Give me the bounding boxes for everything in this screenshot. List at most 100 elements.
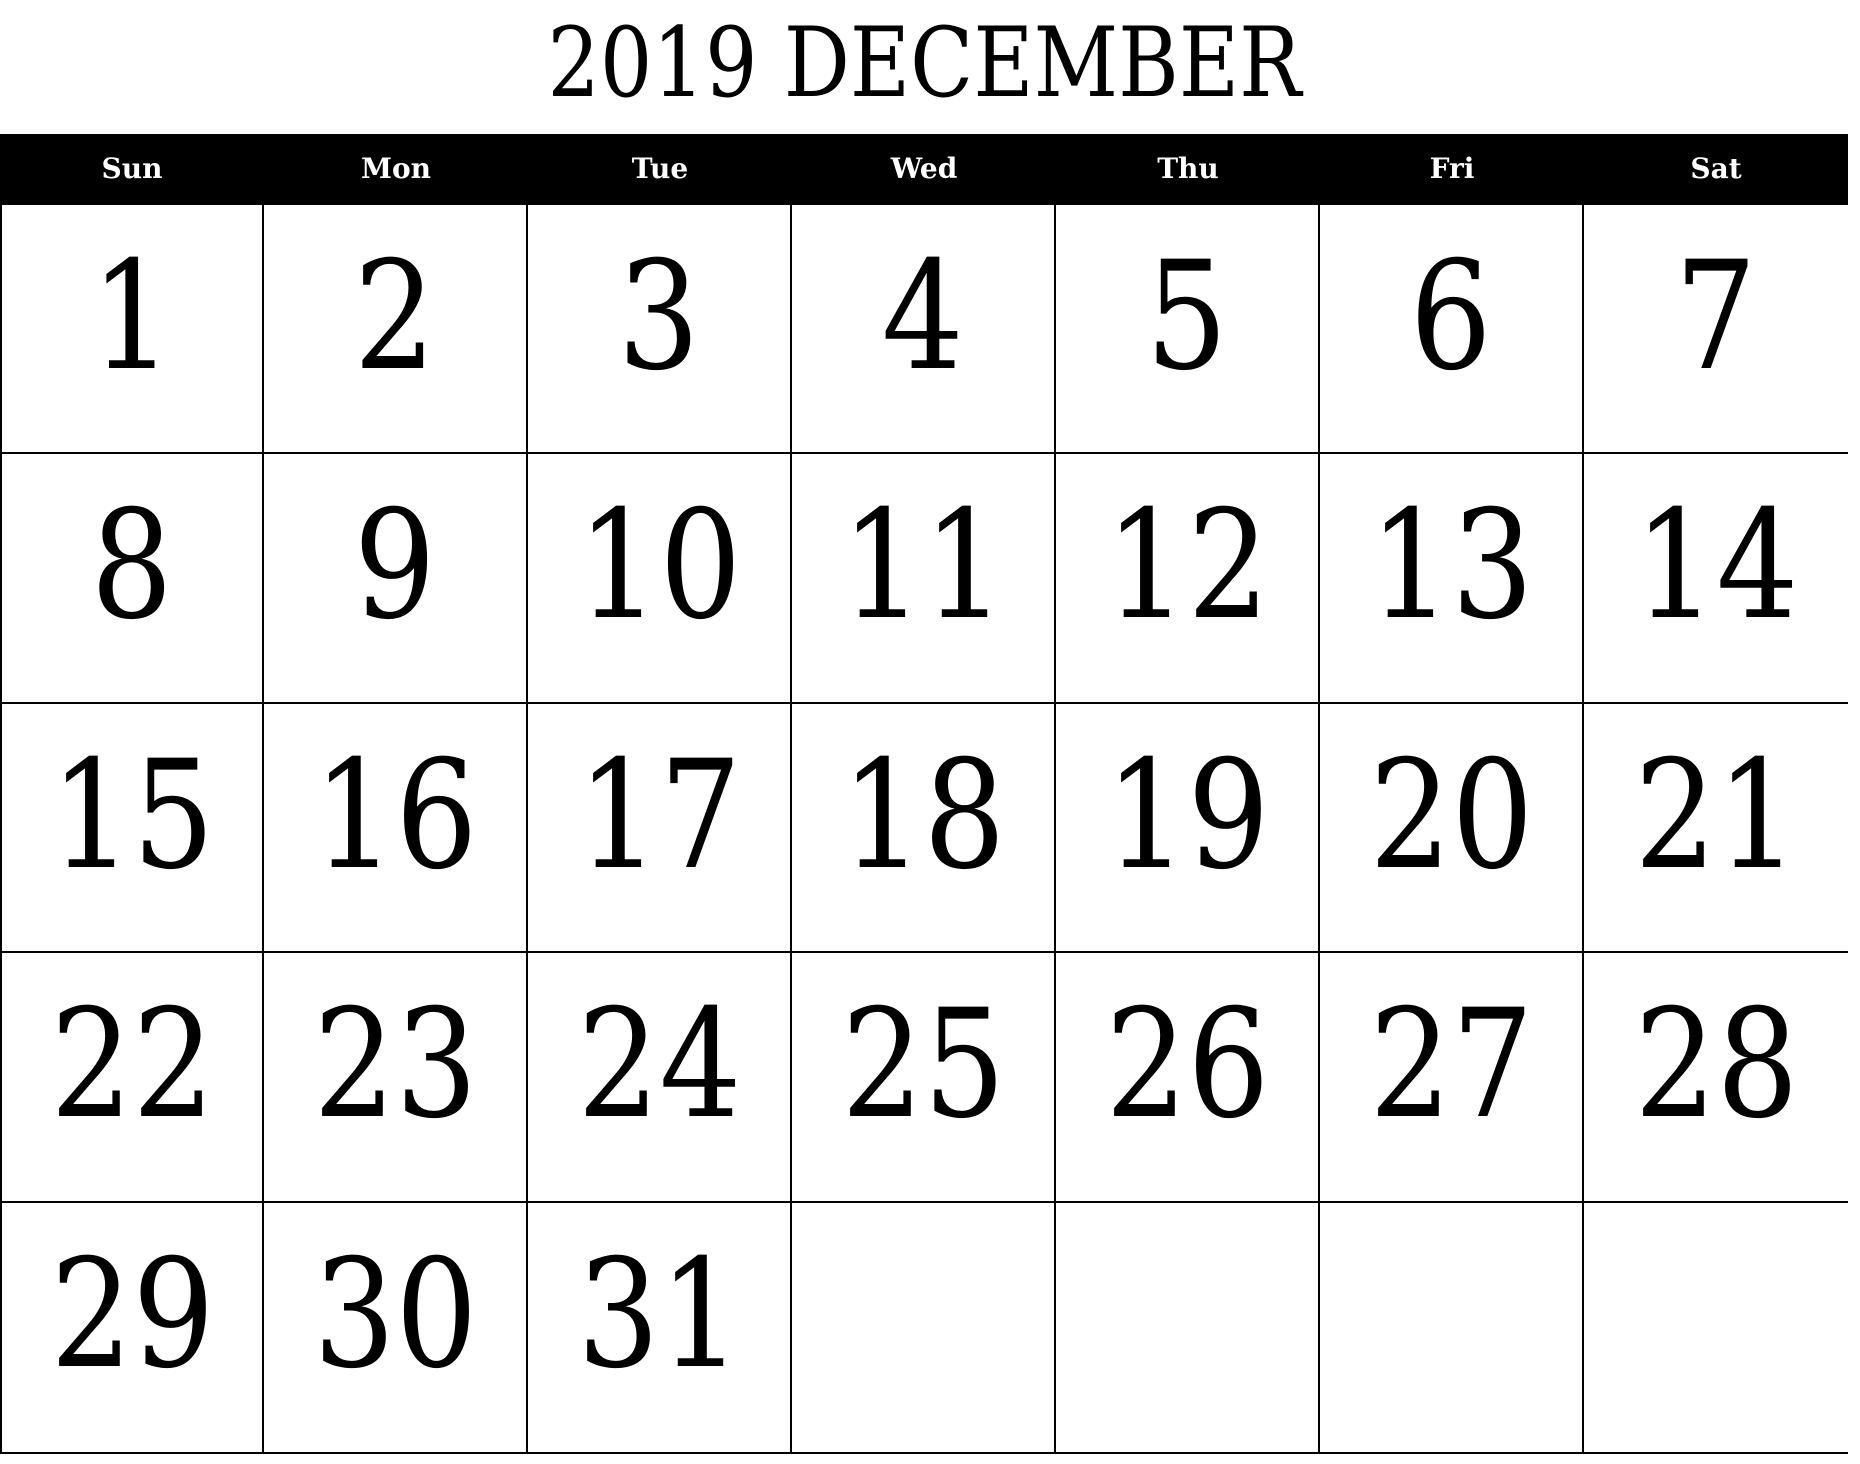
day-number-text: 10 [576,479,742,654]
day-number: 17 [528,726,790,906]
day-number-text: 16 [312,728,478,903]
day-cell: 13 [1320,454,1584,704]
weekday-header-thu: Thu [1157,152,1219,185]
day-number: 6 [1320,227,1582,407]
day-cell: 31 [528,1202,792,1452]
day-cell: 30 [264,1202,528,1452]
day-number [792,1225,1054,1405]
day-number: 19 [1056,726,1318,906]
day-cell: 5 [1056,205,1320,455]
day-cell: 17 [528,703,792,954]
day-cell: 26 [1056,953,1320,1203]
day-cell: 14 [1584,454,1848,704]
weekday-header-tue: Tue [631,152,689,185]
day-number-text: 4 [881,230,965,404]
day-number: 30 [264,1225,526,1405]
day-cell: 4 [792,205,1056,455]
day-cell: 8 [2,454,264,704]
day-number-text: 7 [1674,230,1758,404]
day-number: 12 [1056,476,1318,656]
day-number: 3 [528,227,790,407]
day-number: 20 [1320,726,1582,906]
day-grid: 1 2 3 4 5 6 7 8 9 10 11 12 13 14 15 16 17 18 19 20 21 22 23 24 2… [0,205,1848,1454]
day-cell: 24 [528,953,792,1203]
day-number-text: 5 [1145,230,1229,404]
day-number-text: 18 [840,728,1006,903]
day-cell: 27 [1320,953,1584,1203]
day-number-text: 27 [1368,978,1534,1153]
day-number: 25 [792,975,1054,1155]
day-number-text: 24 [576,978,742,1153]
day-number-text: 15 [49,728,215,903]
day-cell: 29 [2,1202,264,1452]
day-cell: 25 [792,953,1056,1203]
day-number-text: 28 [1633,978,1799,1153]
weekday-header-sat: Sat [1690,152,1742,185]
day-cell: 6 [1320,205,1584,455]
day-cell: 20 [1320,703,1584,954]
day-number [1320,1225,1582,1405]
day-number-text: 21 [1633,728,1799,903]
day-cell: 3 [528,205,792,455]
day-number-text: 20 [1368,728,1534,903]
empty-day-cell [792,1202,1056,1452]
day-number: 1 [2,227,262,407]
day-number: 22 [2,975,262,1155]
day-number: 28 [1584,975,1848,1155]
day-number: 7 [1584,227,1848,407]
day-cell: 9 [264,454,528,704]
empty-day-cell [1056,1202,1320,1452]
day-number-text: 23 [312,978,478,1153]
day-number: 29 [2,1225,262,1405]
day-number-text: 25 [840,978,1006,1153]
day-number: 21 [1584,726,1848,906]
month-calendar: Sun Mon Tue Wed Thu Fri Sat 1 2 3 4 5 6 7 8 9 10 1… [0,134,1848,1454]
day-number: 15 [2,726,262,906]
day-number: 31 [528,1225,790,1405]
weekday-header-fri: Fri [1429,152,1475,185]
calendar-title: 2019 DECEMBER [0,3,1848,123]
day-number: 27 [1320,975,1582,1155]
day-cell: 11 [792,454,1056,704]
day-cell: 16 [264,703,528,954]
day-cell: 23 [264,953,528,1203]
day-cell: 1 [2,205,264,455]
weekday-header-sun: Sun [101,152,163,185]
day-number: 8 [2,476,262,656]
day-cell: 21 [1584,704,1848,954]
day-number [1056,1225,1318,1405]
day-number-text: 17 [576,728,742,903]
day-number-text: 29 [49,1227,215,1402]
day-cell: 2 [264,205,528,455]
day-number: 5 [1056,227,1318,407]
day-number: 4 [792,227,1054,407]
day-number-text: 14 [1633,479,1799,654]
day-number-text: 13 [1368,479,1534,654]
day-number: 14 [1584,476,1848,656]
day-number-text: 12 [1104,479,1270,654]
day-number-text: 11 [840,479,1006,654]
day-cell: 19 [1056,703,1320,954]
day-number: 13 [1320,476,1582,656]
day-cell: 28 [1584,953,1848,1203]
day-number: 26 [1056,975,1318,1155]
calendar-title-text: 2019 DECEMBER [547,7,1301,119]
day-cell: 15 [2,703,264,954]
day-number-text: 1 [90,230,174,404]
day-cell: 7 [1584,205,1848,455]
day-number-text: 26 [1104,978,1270,1153]
empty-day-cell [1584,1203,1848,1452]
day-number-text: 30 [312,1227,478,1402]
day-number: 11 [792,476,1054,656]
day-number: 2 [264,227,526,407]
day-number-text: 6 [1409,230,1493,404]
day-cell: 12 [1056,454,1320,704]
weekday-header-mon: Mon [360,152,432,185]
day-cell: 18 [792,703,1056,954]
day-number-text: 31 [576,1227,742,1402]
day-number: 23 [264,975,526,1155]
day-number-text: 2 [353,230,437,404]
weekday-header-wed: Wed [890,152,958,185]
day-number-text: 3 [617,230,701,404]
day-number-text: 9 [353,479,437,654]
